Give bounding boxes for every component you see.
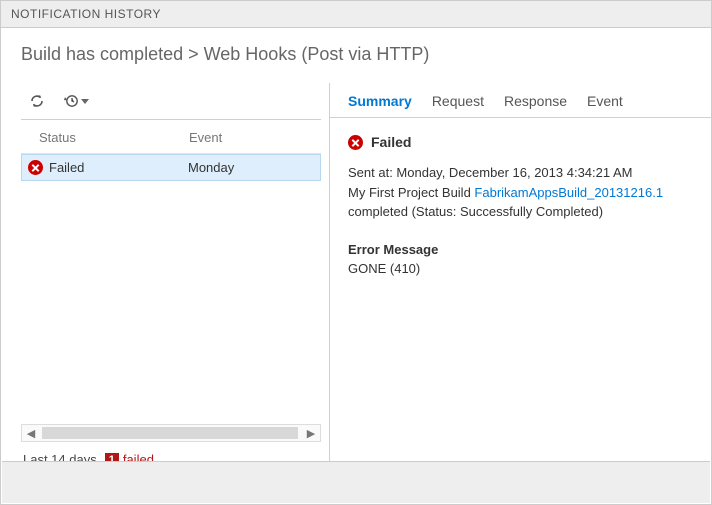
row-status: Failed: [49, 160, 84, 175]
horizontal-scrollbar[interactable]: ◀ ▶: [21, 424, 321, 442]
chevron-down-icon: [81, 99, 89, 104]
tab-request[interactable]: Request: [432, 93, 484, 109]
detail-status: Failed: [348, 132, 693, 153]
sent-at-line: Sent at: Monday, December 16, 2013 4:34:…: [348, 163, 693, 183]
tab-event[interactable]: Event: [587, 93, 623, 109]
scroll-right-arrow-icon[interactable]: ▶: [302, 427, 320, 440]
error-icon: [28, 160, 43, 175]
history-list-pane: Status Event Failed Monday ◀ ▶ Last 14 d…: [1, 83, 329, 473]
breadcrumb-text: Build has completed > Web Hooks (Post vi…: [21, 44, 429, 64]
tab-response[interactable]: Response: [504, 93, 567, 109]
panel-title: NOTIFICATION HISTORY: [11, 7, 161, 21]
history-toolbar: [21, 83, 321, 120]
detail-pane: Summary Request Response Event Failed Se…: [330, 83, 711, 473]
column-header-status[interactable]: Status: [39, 130, 189, 145]
tab-summary[interactable]: Summary: [348, 93, 412, 109]
detail-status-label: Failed: [371, 132, 411, 153]
sent-at-value: Monday, December 16, 2013 4:34:21 AM: [396, 165, 632, 180]
history-row[interactable]: Failed Monday: [21, 154, 321, 181]
build-link[interactable]: FabrikamAppsBuild_20131216.1: [474, 185, 663, 200]
build-line: My First Project Build FabrikamAppsBuild…: [348, 183, 693, 222]
history-table-header: Status Event: [21, 120, 321, 154]
detail-tabs: Summary Request Response Event: [330, 83, 711, 118]
row-event: Monday: [188, 160, 312, 175]
error-message-body: GONE (410): [348, 259, 693, 279]
error-message-heading: Error Message: [348, 240, 693, 260]
scroll-thumb[interactable]: [42, 427, 298, 439]
history-range-dropdown[interactable]: [63, 93, 89, 109]
clock-history-icon: [63, 93, 79, 109]
dialog-footer: [2, 461, 710, 503]
refresh-icon[interactable]: [29, 93, 45, 109]
error-icon: [348, 135, 363, 150]
panel-header: NOTIFICATION HISTORY: [1, 1, 711, 28]
breadcrumb: Build has completed > Web Hooks (Post vi…: [1, 28, 711, 83]
column-header-event[interactable]: Event: [189, 130, 313, 145]
scroll-left-arrow-icon[interactable]: ◀: [22, 427, 40, 440]
